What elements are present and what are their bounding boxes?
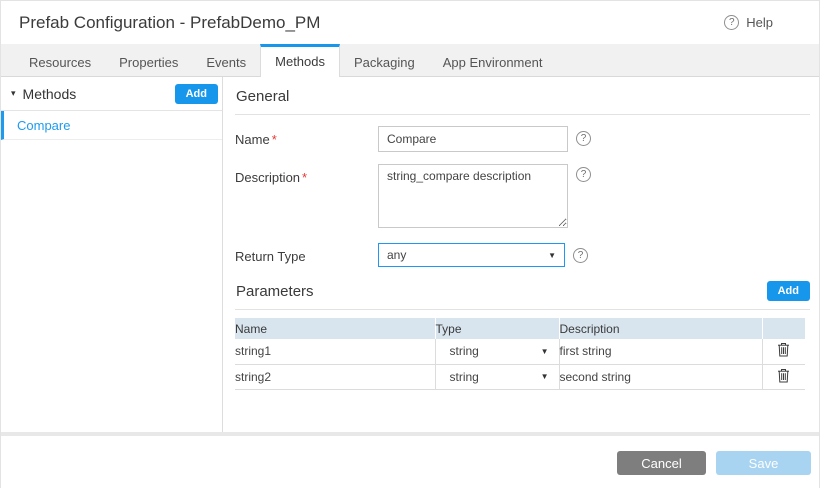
table-row: string2 string ▼ second string [235, 364, 805, 389]
help-label[interactable]: Help [746, 15, 773, 30]
method-detail-panel: General Name* ? Description* string_comp… [223, 77, 819, 432]
name-input[interactable] [378, 126, 568, 152]
param-type-cell: string ▼ [435, 364, 559, 389]
column-header-type: Type [435, 318, 559, 339]
param-name-cell[interactable]: string2 [235, 364, 435, 389]
param-name-cell[interactable]: string1 [235, 339, 435, 364]
name-help-icon[interactable]: ? [576, 131, 591, 146]
sidebar-section-label: Methods [23, 86, 77, 102]
help-icon[interactable]: ? [724, 15, 739, 30]
tab-resources[interactable]: Resources [15, 44, 105, 76]
param-type-select[interactable]: string ▼ [436, 370, 559, 384]
param-actions-cell [762, 339, 805, 364]
prefab-configuration-dialog: { "window": { "title": "Prefab Configura… [0, 0, 820, 488]
chevron-down-icon: ▼ [541, 372, 549, 381]
return-type-select[interactable]: any ▼ [378, 243, 565, 267]
return-type-form-row: Return Type any ▼ ? [235, 243, 810, 267]
page-title: Prefab Configuration - PrefabDemo_PM [19, 13, 320, 33]
parameters-table: Name Type Description string1 string ▼ f… [235, 318, 805, 390]
help-link[interactable]: ? Help [724, 15, 773, 30]
general-section-title: General [236, 88, 289, 105]
return-type-help-icon[interactable]: ? [573, 248, 588, 263]
delete-parameter-button[interactable] [775, 366, 792, 388]
parameters-section-title: Parameters [236, 283, 314, 300]
description-textarea[interactable]: string_compare description [378, 164, 568, 228]
return-type-label: Return Type [235, 243, 378, 264]
chevron-down-icon: ▼ [541, 347, 549, 356]
methods-sidebar: ▾ Methods Add Compare [1, 77, 223, 432]
tab-events[interactable]: Events [192, 44, 260, 76]
collapse-caret-icon[interactable]: ▾ [11, 88, 16, 99]
chevron-down-icon: ▼ [548, 251, 556, 260]
table-row: string1 string ▼ first string [235, 339, 805, 364]
param-type-select[interactable]: string ▼ [436, 344, 559, 358]
general-section-header: General [235, 82, 810, 115]
description-form-row: Description* string_compare description … [235, 164, 810, 228]
required-asterisk: * [272, 132, 277, 147]
tab-bar: Resources Properties Events Methods Pack… [1, 44, 819, 77]
sidebar-item-compare[interactable]: Compare [1, 111, 222, 140]
tab-app-environment[interactable]: App Environment [429, 44, 557, 76]
trash-icon [777, 342, 790, 357]
description-label: Description* [235, 164, 378, 185]
sidebar-section-header[interactable]: ▾ Methods Add [1, 77, 222, 111]
param-actions-cell [762, 364, 805, 389]
column-header-name: Name [235, 318, 435, 339]
cancel-button[interactable]: Cancel [617, 451, 706, 475]
tab-methods[interactable]: Methods [260, 44, 340, 77]
name-form-row: Name* ? [235, 126, 810, 152]
save-button[interactable]: Save [716, 451, 811, 475]
tab-packaging[interactable]: Packaging [340, 44, 429, 76]
title-bar: Prefab Configuration - PrefabDemo_PM ? H… [1, 1, 819, 44]
table-header-row: Name Type Description [235, 318, 805, 339]
add-parameter-button[interactable]: Add [767, 281, 810, 301]
param-type-cell: string ▼ [435, 339, 559, 364]
trash-icon [777, 368, 790, 383]
description-help-icon[interactable]: ? [576, 167, 591, 182]
required-asterisk: * [302, 170, 307, 185]
tab-properties[interactable]: Properties [105, 44, 192, 76]
body-area: ▾ Methods Add Compare General Name* ? De… [1, 77, 819, 432]
column-header-actions [762, 318, 805, 339]
column-header-description: Description [559, 318, 762, 339]
footer-action-bar: Cancel Save [1, 436, 819, 488]
add-method-button[interactable]: Add [175, 84, 218, 104]
param-description-cell[interactable]: second string [559, 364, 762, 389]
delete-parameter-button[interactable] [775, 340, 792, 362]
parameters-section-header: Parameters Add [235, 281, 810, 310]
name-label: Name* [235, 126, 378, 147]
param-description-cell[interactable]: first string [559, 339, 762, 364]
return-type-value: any [387, 248, 406, 262]
